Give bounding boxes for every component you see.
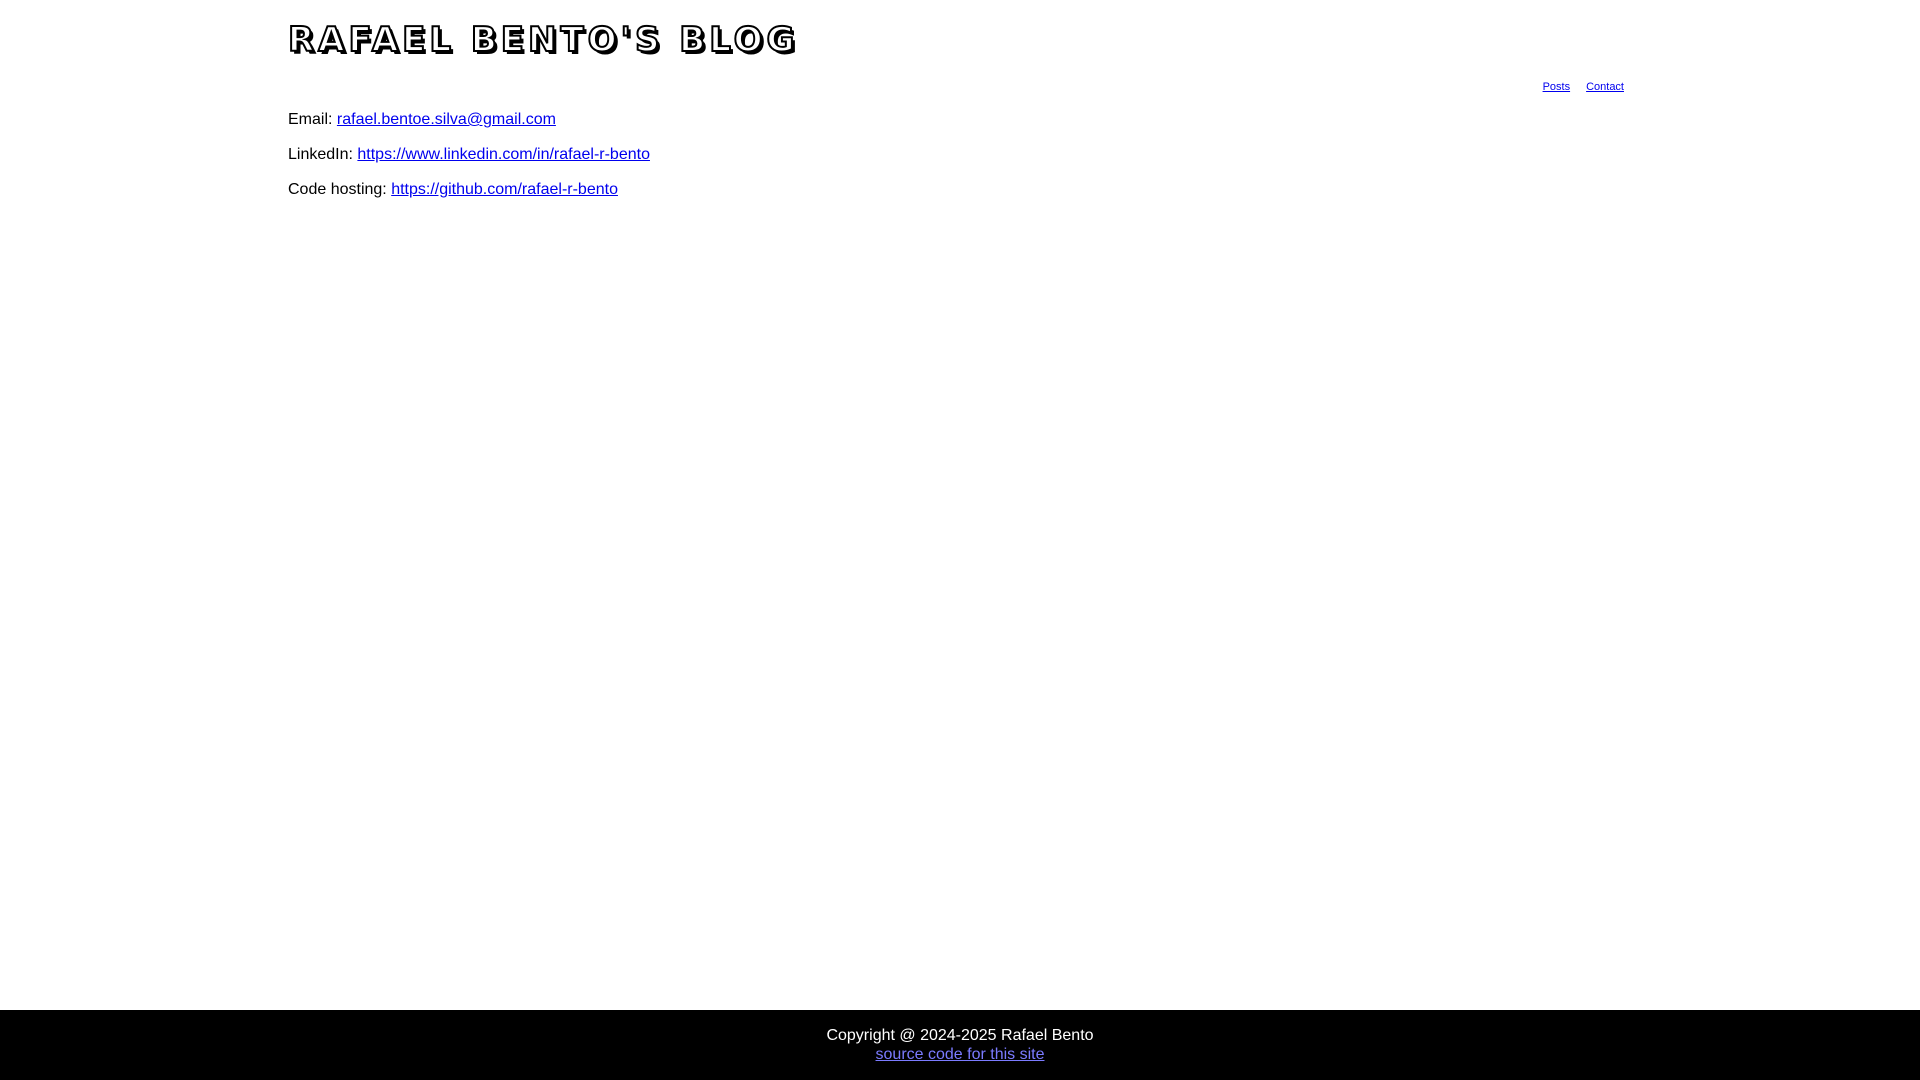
copyright-text: Copyright @ 2024-2025 Rafael Bento: [826, 1027, 1094, 1044]
email-line: Email: rafael.bentoe.silva@gmail.com: [288, 108, 650, 132]
contact-content: Email: rafael.bentoe.silva@gmail.com Lin…: [288, 108, 650, 213]
code-hosting-link[interactable]: https://github.com/rafael-r-bento: [391, 181, 618, 198]
linkedin-link[interactable]: https://www.linkedin.com/in/rafael-r-ben…: [357, 146, 650, 163]
page: Rafael Bento's blog Posts Contact Email:…: [0, 0, 1920, 1080]
email-label: Email:: [288, 111, 333, 128]
nav-posts-link[interactable]: Posts: [1543, 81, 1571, 93]
nav-contact-link[interactable]: Contact: [1586, 81, 1624, 93]
top-nav: Posts Contact: [1543, 81, 1624, 93]
code-hosting-label: Code hosting:: [288, 181, 387, 198]
linkedin-label: LinkedIn:: [288, 146, 353, 163]
code-hosting-line: Code hosting: https://github.com/rafael-…: [288, 178, 650, 202]
email-link[interactable]: rafael.bentoe.silva@gmail.com: [337, 111, 556, 128]
linkedin-line: LinkedIn: https://www.linkedin.com/in/ra…: [288, 143, 650, 167]
footer: Copyright @ 2024-2025 Rafael Bento sourc…: [0, 1010, 1920, 1080]
source-code-link[interactable]: source code for this site: [876, 1046, 1045, 1063]
site-title[interactable]: Rafael Bento's blog: [287, 18, 798, 62]
